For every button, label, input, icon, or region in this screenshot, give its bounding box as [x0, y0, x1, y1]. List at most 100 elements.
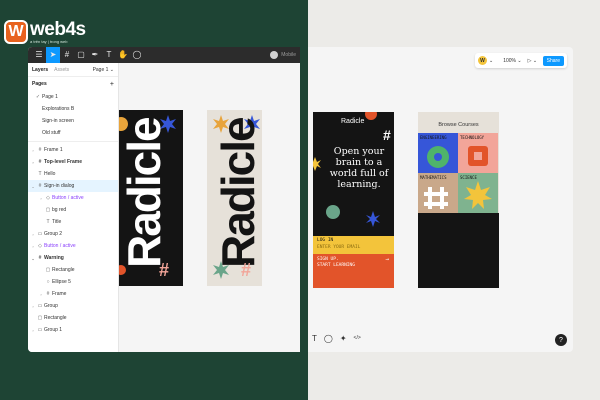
layer-item[interactable]: ○ Ellipse 5: [28, 276, 118, 288]
radicle-light-frame[interactable]: Radicle #: [207, 110, 262, 286]
layer-item-label: Frame: [52, 291, 67, 297]
layer-item[interactable]: › ▭ Group 2: [28, 228, 118, 240]
layer-item-label: Ellipse 5: [52, 279, 71, 285]
layer-type-icon: ▭: [37, 327, 43, 333]
layer-item-label: Warning: [44, 255, 64, 261]
text-icon[interactable]: T: [312, 334, 317, 343]
email-field[interactable]: ENTER YOUR EMAIL: [317, 245, 390, 250]
layer-type-icon: #: [46, 291, 50, 297]
login-label: LOG IN: [317, 238, 334, 243]
file-name[interactable]: Mobile: [281, 52, 296, 58]
frame-icon[interactable]: #: [60, 47, 74, 63]
help-button[interactable]: ?: [555, 334, 567, 346]
radicle-word: Radicle: [212, 118, 262, 268]
page-item[interactable]: ✓ Page 1: [28, 91, 118, 103]
signup-block[interactable]: SIGN UP. START LEARNING →: [313, 254, 394, 288]
hash-icon: #: [241, 260, 252, 280]
layer-item[interactable]: T Title: [28, 216, 118, 228]
present-button[interactable]: ▷ ⌄: [528, 58, 537, 64]
hand-icon[interactable]: ✋: [116, 47, 130, 63]
pen-icon[interactable]: ✒: [88, 47, 102, 63]
layer-item-label: Title: [52, 219, 62, 225]
prototype-topbar: W ⌄ 100% ⌄ ▷ ⌄ Share: [475, 53, 567, 68]
sparkle-icon[interactable]: ✦: [340, 334, 347, 343]
radicle-dark-frame[interactable]: Radicle #: [119, 110, 183, 286]
layer-item[interactable]: ▢ Rectangle: [28, 312, 118, 324]
tile-label: TECHNOLOGY: [460, 135, 485, 140]
comment-icon[interactable]: ◯: [324, 334, 333, 343]
layer-type-icon: #: [38, 183, 42, 189]
arrow-right-icon[interactable]: →: [385, 257, 389, 263]
hash-icon: #: [159, 260, 170, 280]
layer-item-label: Group: [44, 303, 58, 309]
tab-assets[interactable]: Assets: [54, 67, 69, 73]
page-item[interactable]: Old stuff: [28, 127, 118, 139]
tile-label: ENGINEERING: [420, 135, 447, 140]
hash-icon: #: [383, 127, 391, 143]
top-toolbar: ☰ ➤ # ▢ ✒ T ✋ ◯ Mobile: [28, 47, 300, 63]
text-icon[interactable]: T: [102, 47, 116, 63]
comment-icon[interactable]: ◯: [130, 47, 144, 63]
tile-engineering[interactable]: ENGINEERING: [418, 133, 458, 173]
layer-item[interactable]: › # Top-level Frame: [28, 156, 118, 168]
move-icon[interactable]: ➤: [46, 47, 60, 63]
layer-item[interactable]: › # Frame 1: [28, 144, 118, 156]
logo-name: web4s: [30, 18, 86, 40]
divider: [28, 141, 118, 142]
layer-item[interactable]: ⌄ # Warning: [28, 252, 118, 264]
layer-item-label: Button / active: [44, 243, 76, 249]
tile-technology[interactable]: TECHNOLOGY: [458, 133, 498, 173]
layer-item[interactable]: › ◇ Button / active: [28, 192, 118, 204]
pages-header: Pages +: [28, 77, 118, 91]
layer-item-label: Hello: [44, 171, 56, 177]
tab-layers[interactable]: Layers: [32, 67, 48, 73]
tile-science[interactable]: SCIENCE: [458, 173, 498, 213]
page-item-label: Page 1: [42, 94, 58, 100]
layer-item[interactable]: › ▭ Group 1: [28, 324, 118, 336]
cog-icon: [365, 112, 377, 120]
hero-headline: Open your brain to a world full of learn…: [329, 146, 389, 190]
code-icon[interactable]: </>: [354, 335, 361, 341]
shape-icon[interactable]: ▢: [74, 47, 88, 63]
layer-type-icon: ◇: [46, 195, 50, 201]
layer-item-label: bg red: [52, 207, 67, 213]
radicle-word: Radicle: [119, 118, 170, 268]
menu-icon[interactable]: ☰: [32, 47, 46, 63]
layers-panel: Layers Assets Page 1 ⌄ Pages + ✓ Page 1 Ex…: [28, 63, 119, 352]
page-select[interactable]: Page 1 ⌄: [93, 67, 114, 73]
layer-item[interactable]: ⌄ # Sign-in dialog: [28, 180, 118, 192]
layer-item-label: Sign-in dialog: [44, 183, 75, 189]
layer-item[interactable]: › # Frame: [28, 288, 118, 300]
courses-footer: [418, 213, 499, 288]
page-item[interactable]: Explorations B: [28, 103, 118, 115]
user-avatar[interactable]: W: [478, 56, 487, 65]
layer-type-icon: ▢: [37, 315, 43, 321]
layer-item[interactable]: ▢ bg red: [28, 204, 118, 216]
layer-item[interactable]: ▢ Rectangle: [28, 264, 118, 276]
layer-item-label: Rectangle: [44, 315, 67, 321]
page-item-label: Sign-in screen: [42, 118, 74, 124]
zoom-select[interactable]: 100% ⌄: [503, 58, 521, 64]
page-item[interactable]: Sign-in screen: [28, 115, 118, 127]
login-block[interactable]: LOG IN ENTER YOUR EMAIL: [313, 236, 394, 254]
logo-tagline: a trên tay | trong web: [30, 38, 68, 44]
add-page-icon[interactable]: +: [110, 81, 114, 88]
browse-courses-frame[interactable]: Browse Courses ENGINEERING TECHNOLOGY MA…: [418, 112, 499, 288]
layer-item-label: Group 2: [44, 231, 63, 237]
share-button[interactable]: Share: [542, 55, 564, 66]
layer-item[interactable]: › ▭ Group: [28, 300, 118, 312]
editor-window-left: ☰ ➤ # ▢ ✒ T ✋ ◯ Mobile Layers Assets Pag…: [28, 47, 300, 352]
layer-type-icon: T: [38, 171, 42, 177]
layer-item[interactable]: T Hello: [28, 168, 118, 180]
layer-item[interactable]: › ◇ Button / active: [28, 240, 118, 252]
editor-window-right: W ⌄ 100% ⌄ ▷ ⌄ Share Radicle # Open your…: [308, 47, 573, 352]
tile-label: MATHEMATICS: [420, 175, 447, 180]
bottom-toolbar: T ◯ ✦ </>: [308, 329, 378, 347]
layer-type-icon: ◇: [38, 243, 42, 249]
radicle-landing-frame[interactable]: Radicle # Open your brain to a world ful…: [313, 112, 394, 288]
chevron-down-icon[interactable]: ⌄: [489, 58, 493, 64]
page-item-label: Old stuff: [42, 130, 61, 136]
tile-mathematics[interactable]: MATHEMATICS: [418, 173, 458, 213]
layer-item-label: Top-level Frame: [44, 159, 82, 165]
layer-type-icon: ▢: [45, 207, 51, 213]
